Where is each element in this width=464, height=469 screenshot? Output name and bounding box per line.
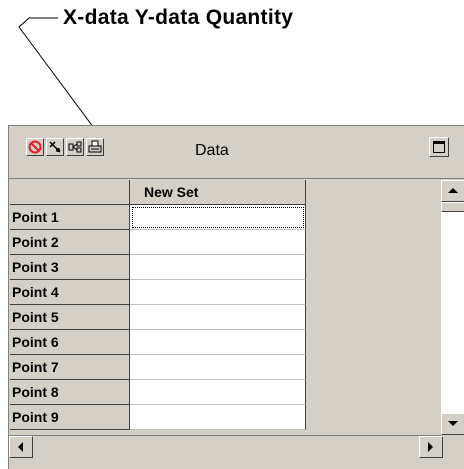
print-icon xyxy=(88,140,102,153)
row-header-point-3[interactable]: Point 3 xyxy=(10,255,130,280)
horizontal-scrollbar[interactable] xyxy=(9,435,443,458)
triangle-down-icon xyxy=(448,421,458,426)
triangle-right-icon xyxy=(428,442,433,452)
row-header-point-7[interactable]: Point 7 xyxy=(10,355,130,380)
row-header-point-1[interactable]: Point 1 xyxy=(10,205,130,230)
print-button[interactable] xyxy=(86,138,104,156)
window-titlebar: Data xyxy=(9,126,464,179)
scroll-left-button[interactable] xyxy=(9,436,33,458)
row-header-point-2[interactable]: Point 2 xyxy=(10,230,130,255)
maximize-button[interactable] xyxy=(429,137,449,157)
link-icon xyxy=(68,141,82,153)
grid-corner-header xyxy=(10,180,130,205)
pick-button[interactable] xyxy=(46,138,64,156)
data-cell-point-1[interactable] xyxy=(130,205,306,230)
row-header-point-6[interactable]: Point 6 xyxy=(10,330,130,355)
scroll-up-button[interactable] xyxy=(441,180,464,202)
triangle-left-icon xyxy=(18,442,23,452)
data-cell-point-2[interactable] xyxy=(130,230,306,255)
row-header-point-9[interactable]: Point 9 xyxy=(10,405,130,430)
data-cell-point-7[interactable] xyxy=(130,355,306,380)
data-cell-point-5[interactable] xyxy=(130,305,306,330)
data-window: Data New Set Point 1 Point 2 Point 3 Poi… xyxy=(8,125,464,469)
row-header-point-8[interactable]: Point 8 xyxy=(10,380,130,405)
data-cell-point-9[interactable] xyxy=(130,405,306,430)
data-cell-point-4[interactable] xyxy=(130,280,306,305)
triangle-up-icon xyxy=(448,188,458,193)
scroll-down-button[interactable] xyxy=(441,413,464,435)
pick-icon xyxy=(49,141,61,153)
window-title: Data xyxy=(195,142,229,159)
maximize-icon xyxy=(433,141,445,153)
cancel-button[interactable] xyxy=(26,138,44,156)
vertical-scrollbar[interactable] xyxy=(441,180,464,435)
cancel-icon xyxy=(28,140,42,154)
link-button[interactable] xyxy=(66,138,84,156)
scroll-right-button[interactable] xyxy=(419,436,443,458)
vertical-scroll-thumb[interactable] xyxy=(441,202,464,212)
callout-label: X-data Y-data Quantity xyxy=(63,6,294,29)
data-cell-point-3[interactable] xyxy=(130,255,306,280)
data-cell-point-6[interactable] xyxy=(130,330,306,355)
column-header-new-set[interactable]: New Set xyxy=(130,180,306,205)
row-header-point-5[interactable]: Point 5 xyxy=(10,305,130,330)
row-header-point-4[interactable]: Point 4 xyxy=(10,280,130,305)
data-cell-point-8[interactable] xyxy=(130,380,306,405)
